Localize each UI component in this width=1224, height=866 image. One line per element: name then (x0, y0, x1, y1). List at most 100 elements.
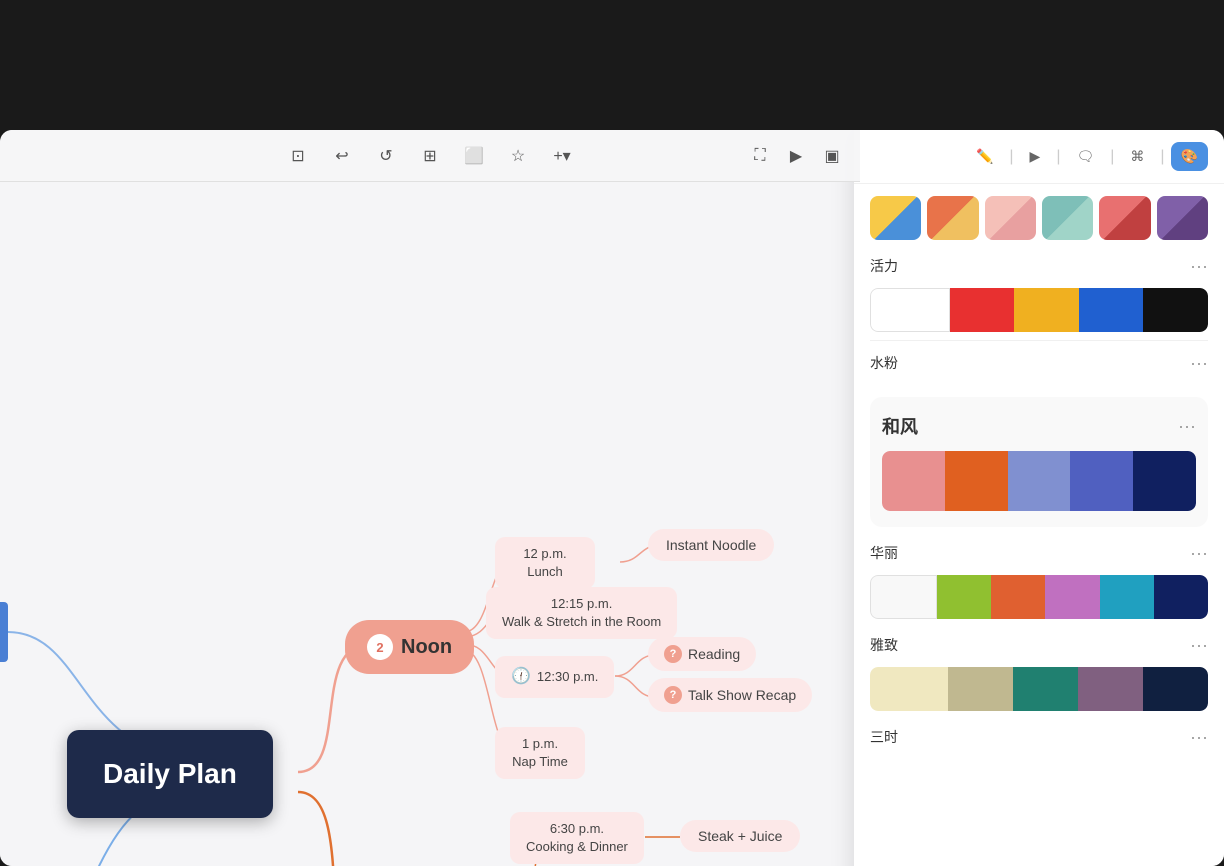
talkshow-label: Talk Show Recap (688, 687, 796, 703)
present-icon[interactable]: ▶ (784, 144, 808, 168)
lunch-time: 12 p.m. (511, 545, 579, 563)
huali-cyan[interactable] (1100, 575, 1154, 619)
theme-swatch-4[interactable] (1042, 196, 1093, 240)
reading-question-icon: ? (664, 645, 682, 663)
wafuu-blue[interactable] (1070, 451, 1133, 511)
yazhi-more[interactable]: ··· (1190, 636, 1208, 654)
sanshi-header: 三时 ··· (870, 723, 1208, 751)
left-branch-blue (0, 602, 8, 662)
sep3: | (1110, 148, 1114, 166)
cooking-time: 6:30 p.m. (526, 820, 628, 838)
yazhi-header: 雅致 ··· (870, 631, 1208, 659)
grid-icon[interactable]: ⊞ (418, 144, 442, 168)
yazhi-cream[interactable] (870, 667, 948, 711)
yazhi-mauve[interactable] (1078, 667, 1143, 711)
huoli-white[interactable] (870, 288, 950, 332)
daily-plan-node[interactable]: Daily Plan (67, 730, 273, 818)
reading-item[interactable]: ? Reading (648, 637, 756, 671)
theme-swatch-3[interactable] (985, 196, 1036, 240)
theme-swatch-6[interactable] (1157, 196, 1208, 240)
huali-colors (870, 575, 1208, 619)
fullscreen-icon[interactable]: ⛶ (748, 144, 772, 168)
clock-icon: 🕧 (511, 666, 531, 688)
huali-header: 华丽 ··· (870, 539, 1208, 567)
theme-swatch-1[interactable] (870, 196, 921, 240)
huoli-header: 活力 ··· (870, 252, 1208, 280)
panel-tab-pen[interactable]: ✏️ (966, 142, 1003, 171)
schedule-1230[interactable]: 🕧 12:30 p.m. (495, 656, 614, 698)
panel-tab-cmd[interactable]: ⌘ (1120, 142, 1154, 171)
talkshow-item[interactable]: ? Talk Show Recap (648, 678, 812, 712)
shuifen-more[interactable]: ··· (1190, 354, 1208, 372)
steak-item[interactable]: Steak + Juice (680, 820, 800, 852)
theme-swatch-5[interactable] (1099, 196, 1150, 240)
copy-icon[interactable]: ⊡ (286, 144, 310, 168)
schedule-lunch[interactable]: 12 p.m. Lunch (495, 537, 595, 589)
talkshow-question-icon: ? (664, 686, 682, 704)
time-1230: 12:30 p.m. (537, 668, 598, 686)
wafuu-darkblue[interactable] (1133, 451, 1196, 511)
yazhi-sand[interactable] (948, 667, 1013, 711)
panel-tab-palette[interactable]: 🎨 (1171, 142, 1208, 171)
wafuu-lightblue[interactable] (1008, 451, 1071, 511)
huali-white[interactable] (870, 575, 937, 619)
instant-noodle-item[interactable]: Instant Noodle (648, 529, 774, 561)
cooking-activity: Cooking & Dinner (526, 838, 628, 856)
noon-node[interactable]: 2 Noon (345, 620, 474, 674)
instant-noodle-label: Instant Noodle (666, 537, 756, 553)
yazhi-title: 雅致 (870, 635, 898, 655)
canvas-area: ⊡ ↩ ↺ ⊞ ⬜ ☆ +▾ ⛶ ▶ ▣ (0, 130, 860, 866)
sanshi-more[interactable]: ··· (1190, 728, 1208, 746)
wafuu-more[interactable]: ··· (1178, 417, 1196, 435)
noon-badge: 2 (367, 634, 393, 660)
yazhi-teal[interactable] (1013, 667, 1078, 711)
huali-more[interactable]: ··· (1190, 544, 1208, 562)
panel-toolbar: ✏️ | ▶ | 🗨 | ⌘ | 🎨 (854, 130, 1224, 184)
yazhi-navy[interactable] (1143, 667, 1208, 711)
wafuu-orange[interactable] (945, 451, 1008, 511)
wafuu-title: 和风 (882, 413, 918, 439)
shuifen-title: 水粉 (870, 353, 898, 373)
shuifen-header: 水粉 ··· (870, 349, 1208, 377)
huoli-red[interactable] (950, 288, 1015, 332)
theme-swatch-2[interactable] (927, 196, 978, 240)
schedule-cooking[interactable]: 6:30 p.m. Cooking & Dinner (510, 812, 644, 864)
yazhi-colors (870, 667, 1208, 711)
theme-section: 活力 ··· 水粉 ··· (854, 184, 1224, 397)
panel-icon[interactable]: ▣ (820, 144, 844, 168)
toolbar: ⊡ ↩ ↺ ⊞ ⬜ ☆ +▾ ⛶ ▶ ▣ (0, 130, 860, 182)
undo-icon[interactable]: ↺ (374, 144, 398, 168)
huoli-title: 活力 (870, 256, 898, 276)
lunch-activity: Lunch (511, 563, 579, 581)
mindmap-canvas: Daily Plan 2 Noon 4 Evening 12 p.m. Lunc… (0, 182, 860, 866)
panel-tab-play[interactable]: ▶ (1020, 142, 1051, 171)
huoli-blue[interactable] (1079, 288, 1144, 332)
nap-time: 1 p.m. (511, 735, 569, 753)
huoli-more[interactable]: ··· (1190, 257, 1208, 275)
huali-purple[interactable] (1045, 575, 1099, 619)
nap-activity: Nap Time (511, 753, 569, 771)
right-panel: ✏️ | ▶ | 🗨 | ⌘ | 🎨 (854, 130, 1224, 866)
noon-label: Noon (401, 636, 452, 659)
huoli-yellow[interactable] (1014, 288, 1079, 332)
theme-grid (870, 196, 1208, 240)
app-window: ⊡ ↩ ↺ ⊞ ⬜ ☆ +▾ ⛶ ▶ ▣ (0, 130, 1224, 866)
star-icon[interactable]: ☆ (506, 144, 530, 168)
sep4: | (1160, 148, 1164, 166)
panel-tab-card[interactable]: 🗨 (1066, 142, 1104, 171)
huali-green[interactable] (937, 575, 991, 619)
sep2: | (1056, 148, 1060, 166)
huali-darkblue[interactable] (1154, 575, 1208, 619)
schedule-walk[interactable]: 12:15 p.m. Walk & Stretch in the Room (486, 587, 677, 639)
huali-orange[interactable] (991, 575, 1045, 619)
wafuu-pink[interactable] (882, 451, 945, 511)
wafuu-header: 和风 ··· (882, 409, 1196, 443)
huoli-black[interactable] (1143, 288, 1208, 332)
back-icon[interactable]: ↩ (330, 144, 354, 168)
bottom-palettes: 华丽 ··· 雅致 ··· (854, 539, 1224, 751)
add-icon[interactable]: +▾ (550, 144, 574, 168)
rect-icon[interactable]: ⬜ (462, 144, 486, 168)
reading-label: Reading (688, 646, 740, 662)
schedule-nap[interactable]: 1 p.m. Nap Time (495, 727, 585, 779)
walk-activity: Walk & Stretch in the Room (502, 613, 661, 631)
